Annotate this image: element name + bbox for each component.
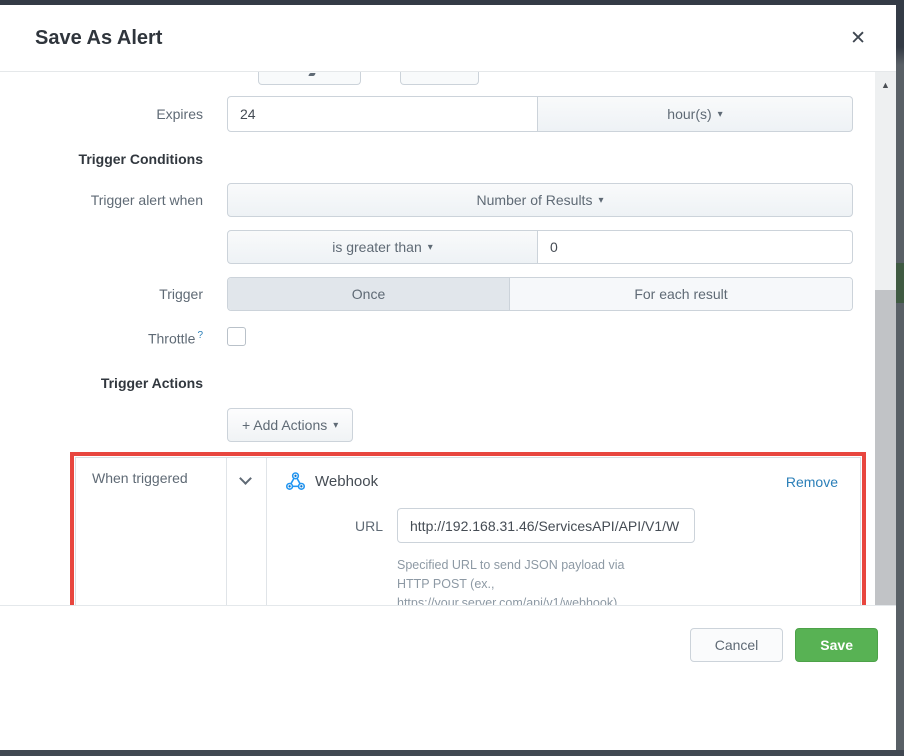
add-actions-row: + Add Actions ▾ (0, 408, 875, 442)
expires-unit-dropdown[interactable]: hour(s) ▾ (538, 96, 853, 132)
dialog-title: Save As Alert (35, 27, 162, 50)
url-help-text: Specified URL to send JSON payload via H… (397, 556, 707, 612)
save-as-alert-dialog: Save As Alert ✕ Expires hour(s) ▾ (0, 5, 896, 750)
comparator-row: is greater than ▾ (0, 230, 875, 264)
vertical-scrollbar[interactable]: ▲ ▼ (875, 72, 896, 672)
dialog-body: Expires hour(s) ▾ Trigger Conditions Tri… (0, 72, 896, 672)
save-button[interactable]: Save (795, 628, 878, 662)
url-row: URL (285, 508, 838, 543)
action-name: Webhook (315, 473, 378, 490)
throttle-label: Throttle? (0, 330, 203, 347)
trigger-option-once[interactable]: Once (228, 278, 509, 310)
webhook-icon (285, 471, 306, 492)
screenshot-frame: Save As Alert ✕ Expires hour(s) ▾ (0, 0, 904, 756)
url-help-line: Specified URL to send JSON payload via (397, 556, 707, 575)
expires-label: Expires (0, 106, 203, 122)
throttle-row: Throttle? (0, 329, 875, 349)
condition-type-dropdown[interactable]: Number of Results ▾ (227, 183, 853, 217)
trigger-row: Trigger Once For each result (0, 277, 875, 311)
comparator-value: is greater than (332, 239, 422, 255)
caret-down-icon: ▾ (598, 195, 603, 206)
clipped-control (258, 72, 361, 85)
comparator-dropdown[interactable]: is greater than ▾ (227, 230, 538, 264)
close-icon[interactable]: ✕ (846, 25, 870, 52)
url-label: URL (285, 518, 383, 534)
chevron-down-icon (239, 472, 252, 485)
remove-action-link[interactable]: Remove (786, 474, 838, 490)
caret-down-icon: ▾ (333, 420, 338, 431)
background-page-fragment (896, 263, 904, 303)
page-background-right (896, 5, 904, 756)
expires-unit-value: hour(s) (667, 106, 711, 122)
trigger-alert-when-label: Trigger alert when (0, 192, 203, 208)
comparator-group: is greater than ▾ (227, 230, 853, 264)
expires-row: Expires hour(s) ▾ (0, 96, 875, 132)
trigger-label: Trigger (0, 286, 203, 302)
condition-type-value: Number of Results (477, 192, 593, 208)
trigger-segmented-control: Once For each result (227, 277, 853, 311)
webhook-url-input[interactable] (397, 508, 695, 543)
dialog-header: Save As Alert ✕ (0, 5, 896, 72)
dialog-footer: Cancel Save (0, 605, 896, 683)
expires-input[interactable] (227, 96, 538, 132)
url-help-line: HTTP POST (ex., (397, 575, 707, 594)
clipped-control (400, 72, 479, 85)
clipped-text-fragment (308, 73, 316, 76)
cancel-button[interactable]: Cancel (690, 628, 784, 662)
threshold-input[interactable] (538, 230, 853, 264)
trigger-alert-when-row: Trigger alert when Number of Results ▾ (0, 183, 875, 217)
throttle-label-text: Throttle (148, 331, 195, 347)
add-actions-label: + Add Actions (242, 417, 327, 433)
caret-down-icon: ▾ (428, 242, 433, 253)
scroll-up-icon[interactable]: ▲ (875, 80, 896, 90)
caret-down-icon: ▾ (718, 109, 723, 120)
scrollbar-thumb[interactable] (875, 290, 896, 645)
expires-group: hour(s) ▾ (227, 96, 853, 132)
page-background-bottom (0, 750, 904, 756)
trigger-option-for-each-result[interactable]: For each result (509, 278, 852, 310)
help-question-icon[interactable]: ? (197, 330, 203, 341)
trigger-conditions-heading: Trigger Conditions (0, 151, 203, 167)
add-actions-button[interactable]: + Add Actions ▾ (227, 408, 353, 442)
webhook-action-header: Webhook Remove (285, 471, 838, 492)
trigger-actions-heading: Trigger Actions (0, 375, 203, 391)
throttle-checkbox[interactable] (227, 327, 246, 346)
